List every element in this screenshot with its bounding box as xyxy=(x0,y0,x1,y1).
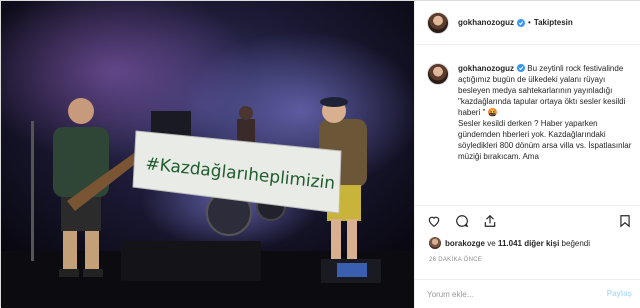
likes-row: borakozge ve 11.041 diğer kişi beğendi xyxy=(429,237,590,249)
comment-input[interactable] xyxy=(427,287,592,301)
liker-username[interactable]: borakozge xyxy=(445,239,485,248)
avatar[interactable] xyxy=(427,11,449,34)
caption-text: Bu zeytinli rock festivalinde açtığımız … xyxy=(458,64,632,161)
caption-text-container: gokhanozoguz Bu zeytinli rock festivalin… xyxy=(458,63,636,162)
heart-icon[interactable] xyxy=(427,214,441,228)
share-icon[interactable] xyxy=(483,214,497,228)
verified-badge-icon xyxy=(517,64,525,72)
following-button[interactable]: Takiptesin xyxy=(534,18,573,27)
post-photo[interactable]: #Kazdağlarıheplimizin xyxy=(1,1,414,308)
likes-text: borakozge ve 11.041 diğer kişi beğendi xyxy=(445,239,590,248)
author-username[interactable]: gokhanozoguz xyxy=(458,18,514,27)
action-bar xyxy=(415,205,640,235)
post-comment-button[interactable]: Paylaş xyxy=(607,289,632,298)
comment-icon[interactable] xyxy=(455,214,469,228)
comment-composer: Paylaş xyxy=(415,279,640,308)
likes-suffix: beğendi xyxy=(561,238,591,248)
bookmark-icon[interactable] xyxy=(618,214,632,228)
header-separator: • xyxy=(528,18,531,27)
likes-connector: ve xyxy=(487,238,496,248)
liker-avatar[interactable] xyxy=(429,237,441,249)
caption-avatar[interactable] xyxy=(427,63,449,85)
verified-badge-icon xyxy=(517,18,525,27)
likes-count[interactable]: 11.041 diğer kişi xyxy=(498,239,559,248)
instagram-post: #Kazdağlarıheplimizin gokhanozoguz • Tak… xyxy=(0,0,640,308)
concert-photo: #Kazdağlarıheplimizin xyxy=(1,1,414,308)
post-timestamp[interactable]: 26 DAKİKA ÖNCE xyxy=(429,257,482,263)
caption-username[interactable]: gokhanozoguz xyxy=(458,64,514,73)
post-sidebar: gokhanozoguz • Takiptesin gokhanozoguz B… xyxy=(414,1,640,308)
post-header: gokhanozoguz • Takiptesin xyxy=(415,1,640,45)
caption-block: gokhanozoguz Bu zeytinli rock festivalin… xyxy=(427,63,637,162)
